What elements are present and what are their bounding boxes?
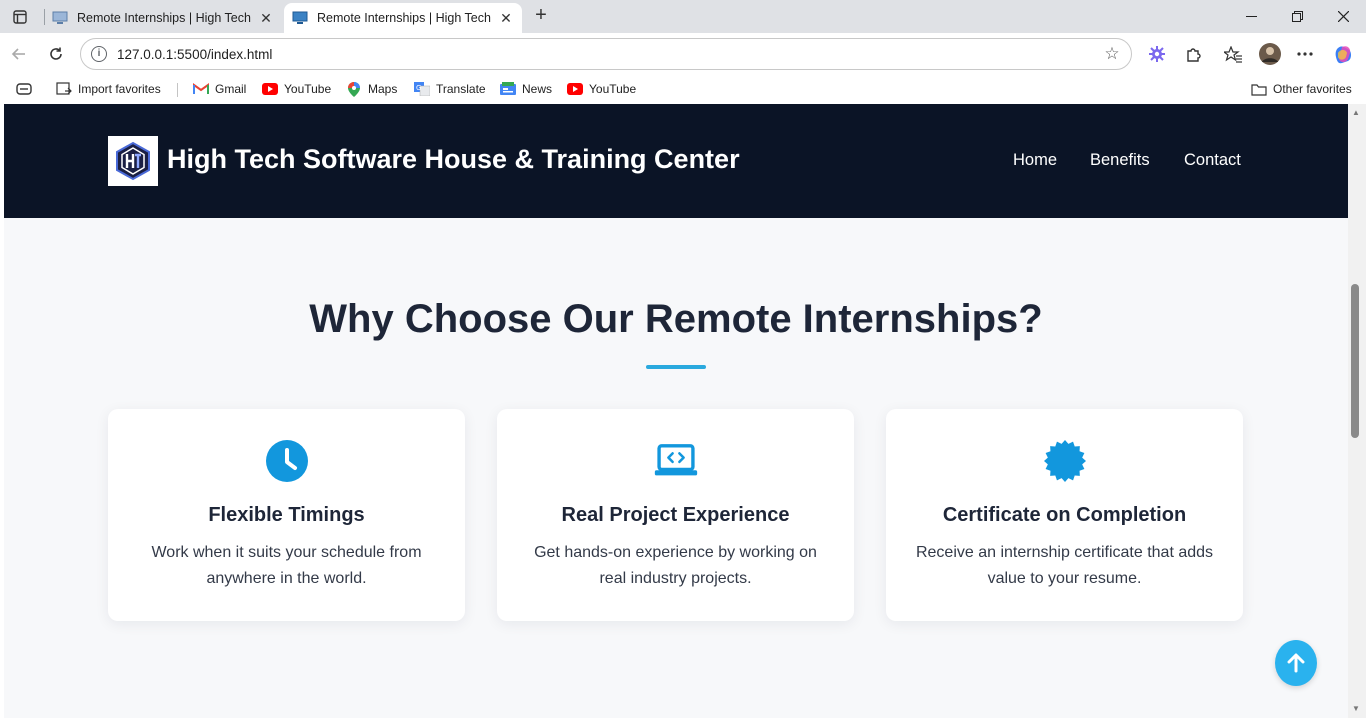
benefit-card-flexible-timings: Flexible Timings Work when it suits your… — [108, 409, 465, 621]
minimize-icon — [1245, 16, 1257, 17]
maps-icon — [346, 81, 362, 97]
favorites-button[interactable] — [1220, 41, 1246, 67]
fav-other-favorites[interactable]: Other favorites — [1251, 79, 1352, 99]
fav-import-favorites[interactable]: Import favorites — [56, 79, 161, 99]
scroll-down-arrow-icon[interactable]: ▼ — [1352, 704, 1360, 713]
page-scrollbar[interactable]: ▲ ▼ — [1348, 104, 1366, 718]
tab-close-icon[interactable]: ✕ — [258, 10, 274, 26]
new-tab-button[interactable]: + — [530, 5, 552, 27]
favorite-star-icon[interactable]: ☆ — [1099, 44, 1125, 64]
site-brand-title[interactable]: High Tech Software House & Training Cent… — [167, 144, 740, 175]
profile-button[interactable] — [1257, 41, 1283, 67]
card-title: Certificate on Completion — [942, 504, 1187, 526]
page-favicon-icon — [52, 11, 68, 24]
page-favicon-icon — [292, 11, 308, 24]
reading-view-icon — [16, 83, 32, 95]
fav-label: Maps — [368, 82, 398, 96]
clock-icon — [265, 439, 309, 483]
ht-logo-icon — [116, 141, 150, 181]
site-logo[interactable] — [108, 136, 158, 186]
fav-youtube-2[interactable]: YouTube — [567, 79, 636, 99]
tab-remote-internships-1[interactable]: Remote Internships | High Tech Sc ✕ — [44, 3, 282, 33]
certificate-icon — [1043, 439, 1087, 483]
benefits-heading: Why Choose Our Remote Internships? — [309, 297, 1043, 341]
tab-actions-button[interactable] — [8, 6, 32, 28]
laptop-code-icon — [654, 439, 698, 483]
fav-label: YouTube — [589, 82, 637, 96]
close-window-button[interactable] — [1320, 0, 1366, 33]
extensions-button[interactable] — [1180, 41, 1206, 67]
site-info-icon[interactable]: i — [91, 46, 107, 62]
restore-icon — [1291, 11, 1303, 22]
url-text[interactable]: 127.0.0.1:5500/index.html — [117, 47, 1099, 62]
tab-remote-internships-2[interactable]: Remote Internships | High Tech Sc ✕ — [284, 3, 522, 33]
settings-menu-button[interactable] — [1292, 41, 1318, 67]
sparkle-icon — [1149, 46, 1165, 62]
copilot-sidebar-button[interactable] — [1144, 41, 1170, 67]
card-title: Flexible Timings — [208, 504, 365, 526]
youtube-icon — [262, 82, 278, 96]
avatar-icon — [1259, 43, 1281, 65]
nav-home-link[interactable]: Home — [1013, 151, 1057, 170]
tab-actions-icon — [13, 10, 27, 24]
close-icon — [1337, 11, 1349, 22]
fav-translate[interactable]: G Translate — [414, 79, 486, 99]
address-toolbar: i 127.0.0.1:5500/index.html ☆ — [0, 33, 1366, 75]
fav-label: Gmail — [215, 82, 247, 96]
tab-close-icon[interactable]: ✕ — [498, 10, 514, 26]
news-icon — [500, 82, 516, 96]
copilot-button[interactable] — [1330, 41, 1356, 67]
benefit-card-real-project: Real Project Experience Get hands-on exp… — [497, 409, 854, 621]
tab-title: Remote Internships | High Tech Sc — [317, 11, 492, 25]
fav-label: Translate — [436, 82, 486, 96]
card-description: Receive an internship certificate that a… — [915, 544, 1214, 587]
site-header: High Tech Software House & Training Cent… — [4, 104, 1348, 218]
page-viewport: High Tech Software House & Training Cent… — [4, 104, 1348, 718]
fav-maps[interactable]: Maps — [346, 79, 397, 99]
refresh-button[interactable] — [43, 41, 69, 67]
copilot-icon — [1335, 46, 1351, 64]
svg-text:G: G — [416, 84, 421, 92]
import-icon — [56, 82, 72, 96]
card-title: Real Project Experience — [561, 504, 790, 526]
arrow-up-icon — [1287, 653, 1305, 673]
favorites-divider — [177, 83, 178, 97]
fav-label: Import favorites — [78, 82, 161, 96]
nav-contact-link[interactable]: Contact — [1184, 151, 1241, 170]
address-bar[interactable]: i 127.0.0.1:5500/index.html ☆ — [80, 38, 1132, 70]
benefit-card-certificate: Certificate on Completion Receive an int… — [886, 409, 1243, 621]
heading-underline — [646, 365, 706, 369]
card-description: Work when it suits your schedule from an… — [151, 544, 422, 587]
puzzle-icon — [1186, 47, 1201, 62]
favorites-toggle-button[interactable] — [16, 79, 32, 99]
more-dots-icon — [1297, 52, 1313, 56]
back-to-top-button[interactable] — [1275, 640, 1317, 686]
gmail-icon — [193, 82, 209, 96]
fav-gmail[interactable]: Gmail — [193, 79, 246, 99]
back-arrow-icon — [11, 48, 25, 60]
scrollbar-thumb[interactable] — [1351, 284, 1359, 438]
minimize-button[interactable] — [1228, 0, 1274, 33]
fav-news[interactable]: News — [500, 79, 552, 99]
youtube-icon — [567, 82, 583, 96]
card-description: Get hands-on experience by working on re… — [534, 544, 817, 587]
favorites-bar: Import favorites Gmail YouTube Maps G Tr… — [0, 75, 1366, 103]
scroll-up-arrow-icon[interactable]: ▲ — [1352, 108, 1360, 117]
translate-icon: G — [414, 82, 430, 96]
tab-title: Remote Internships | High Tech Sc — [77, 11, 252, 25]
fav-label: Other favorites — [1273, 82, 1352, 96]
folder-icon — [1251, 82, 1267, 96]
back-button[interactable] — [6, 41, 32, 67]
fav-youtube[interactable]: YouTube — [262, 79, 331, 99]
refresh-icon — [50, 47, 62, 60]
tab-bar: Remote Internships | High Tech Sc ✕ Remo… — [0, 0, 1366, 33]
nav-benefits-link[interactable]: Benefits — [1090, 151, 1150, 170]
favorites-list-icon — [1224, 45, 1242, 63]
fav-label: News — [522, 82, 553, 96]
restore-button[interactable] — [1274, 0, 1320, 33]
fav-label: YouTube — [284, 82, 332, 96]
